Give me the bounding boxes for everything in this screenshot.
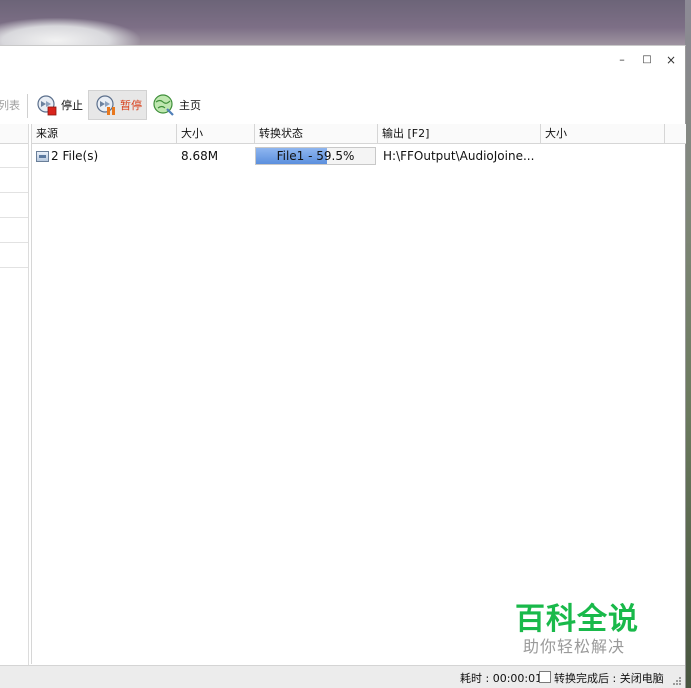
stop-button[interactable]: 停止 bbox=[30, 90, 87, 120]
stop-label: 停止 bbox=[61, 99, 83, 112]
task-list-row[interactable] bbox=[0, 169, 28, 193]
source-text: 2 File(s) bbox=[51, 149, 99, 163]
task-list-row[interactable] bbox=[0, 219, 28, 243]
shutdown-after-convert-label[interactable]: 转换完成后 : 关闭电脑 bbox=[554, 670, 664, 686]
app-window: – □ × 列表 停止 暂停 主页 来源 大小 转换状态 输出 [F2] 大小 … bbox=[0, 45, 686, 688]
stop-icon bbox=[37, 95, 57, 116]
conversion-progress-bar: File1 - 59.5% bbox=[255, 147, 376, 165]
progress-text: File1 - 59.5% bbox=[276, 149, 355, 163]
column-header-status[interactable]: 转换状态 bbox=[255, 124, 378, 144]
status-cell: File1 - 59.5% bbox=[255, 146, 378, 166]
task-list-pane bbox=[0, 124, 29, 666]
toolbar: 列表 停止 暂停 主页 bbox=[0, 90, 685, 122]
file-group-icon bbox=[36, 150, 49, 162]
pause-button[interactable]: 暂停 bbox=[88, 90, 147, 120]
home-label: 主页 bbox=[179, 99, 201, 112]
output-cell: H:\FFOutput\AudioJoine... bbox=[383, 149, 535, 163]
toolbar-separator bbox=[146, 94, 147, 118]
table-header: 来源 大小 转换状态 输出 [F2] 大小 bbox=[32, 124, 686, 144]
title-bar: – □ × bbox=[0, 46, 685, 76]
size-cell: 8.68M bbox=[181, 149, 219, 163]
table-row[interactable]: 2 File(s) 8.68M File1 - 59.5% H:\FFOutpu… bbox=[32, 146, 686, 166]
home-button[interactable]: 主页 bbox=[148, 90, 205, 120]
maximize-button[interactable]: □ bbox=[637, 51, 657, 69]
task-list-row[interactable] bbox=[0, 194, 28, 218]
column-header-output[interactable]: 输出 [F2] bbox=[378, 124, 541, 144]
column-header-source[interactable]: 来源 bbox=[32, 124, 177, 144]
column-header-output-size[interactable]: 大小 bbox=[541, 124, 665, 144]
home-globe-icon bbox=[153, 94, 174, 116]
pause-label: 暂停 bbox=[120, 99, 142, 112]
close-button[interactable]: × bbox=[661, 51, 681, 69]
file-list-button[interactable]: 列表 bbox=[0, 90, 24, 120]
conversion-table: 来源 大小 转换状态 输出 [F2] 大小 2 File(s) 8.68M Fi… bbox=[31, 124, 686, 664]
pause-icon bbox=[96, 95, 115, 115]
watermark-subtitle: 助你轻松解决 bbox=[523, 637, 626, 656]
shutdown-after-convert-checkbox[interactable] bbox=[539, 671, 551, 683]
toolbar-separator bbox=[27, 94, 28, 118]
task-list-header bbox=[0, 124, 28, 144]
status-bar: 耗时 : 00:00:01 转换完成后 : 关闭电脑 bbox=[0, 665, 685, 688]
task-list-row[interactable] bbox=[0, 144, 28, 168]
watermark-title: 百科全说 bbox=[515, 602, 639, 637]
task-list-row[interactable] bbox=[0, 244, 28, 268]
source-cell: 2 File(s) bbox=[36, 146, 176, 166]
resize-grip-icon[interactable] bbox=[670, 674, 682, 686]
column-header-size[interactable]: 大小 bbox=[177, 124, 255, 144]
minimize-button[interactable]: – bbox=[612, 51, 632, 69]
file-list-label: 列表 bbox=[0, 99, 20, 112]
elapsed-time: 耗时 : 00:00:01 bbox=[460, 672, 543, 685]
